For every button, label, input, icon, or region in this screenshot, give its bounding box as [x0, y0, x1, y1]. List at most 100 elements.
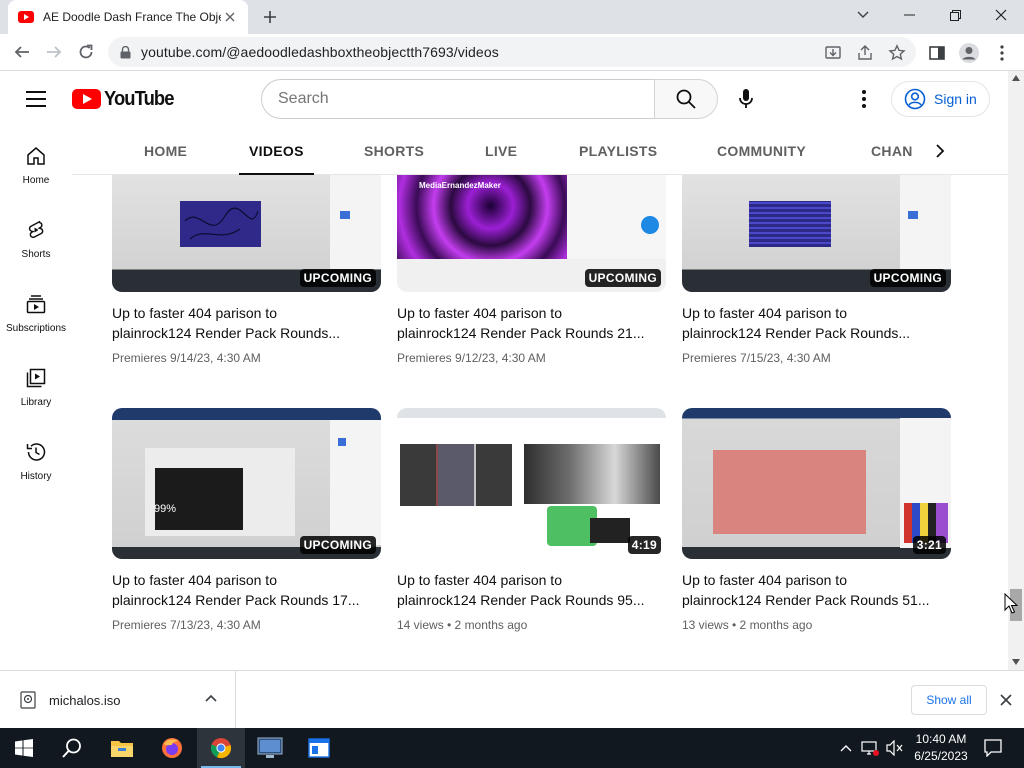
- tab-shorts[interactable]: SHORTS: [364, 127, 424, 175]
- tab-videos[interactable]: VIDEOS: [239, 127, 314, 175]
- video-title[interactable]: Up to faster 404 parison to plainrock124…: [397, 303, 666, 343]
- mouse-cursor-icon: [1004, 593, 1018, 614]
- video-title[interactable]: Up to faster 404 parison to plainrock124…: [397, 570, 666, 610]
- clock-date: 6/25/2023: [914, 749, 968, 763]
- side-panel-icon[interactable]: [926, 42, 948, 64]
- settings-menu-icon[interactable]: [852, 87, 876, 111]
- new-tab-button[interactable]: [258, 6, 282, 28]
- video-title[interactable]: Up to faster 404 parison to plainrock124…: [112, 570, 381, 610]
- search-icon: [62, 738, 81, 758]
- youtube-logo[interactable]: YouTube: [72, 87, 180, 111]
- channel-tabs: HOME VIDEOS SHORTS LIVE PLAYLISTS COMMUN…: [72, 127, 1008, 175]
- video-thumbnail[interactable]: UPCOMING: [682, 175, 951, 292]
- video-title-line: plainrock124 Render Pack Rounds 51...: [682, 592, 930, 608]
- url-text: youtube.com/@aedoodledashboxtheobjectth7…: [141, 44, 499, 60]
- video-thumbnail[interactable]: 99% UPCOMING: [112, 408, 381, 559]
- taskbar-window-app[interactable]: [295, 728, 343, 768]
- taskbar-monitor-app[interactable]: [246, 728, 294, 768]
- guide-menu-icon[interactable]: [26, 91, 46, 107]
- home-icon: [27, 147, 45, 165]
- scroll-up-arrow-icon[interactable]: [1012, 75, 1020, 81]
- video-thumbnail[interactable]: 4:19: [397, 408, 666, 559]
- tab-channels[interactable]: CHAN: [871, 127, 913, 175]
- clock-time: 10:40 AM: [915, 732, 967, 746]
- restore-button[interactable]: [932, 0, 978, 30]
- guide-item-library[interactable]: Library: [0, 349, 72, 423]
- thumb-channel-text: MediaErnandezMaker: [419, 181, 501, 190]
- video-title[interactable]: Up to faster 404 parison to plainrock124…: [112, 303, 381, 343]
- guide-item-shorts[interactable]: Shorts: [0, 201, 72, 275]
- minimize-button[interactable]: [886, 0, 932, 30]
- search-button[interactable]: [654, 79, 718, 119]
- video-title-line: Up to faster 404 parison to: [397, 572, 562, 588]
- search-field[interactable]: [261, 79, 655, 119]
- profile-icon[interactable]: [958, 42, 980, 64]
- guide-label-subscriptions: Subscriptions: [5, 323, 67, 334]
- video-thumbnail[interactable]: MediaErnandezMaker UPCOMING: [397, 175, 666, 292]
- reload-button[interactable]: [72, 38, 100, 66]
- thumb-overlay-text: 99%: [154, 503, 177, 515]
- guide-item-history[interactable]: History: [0, 423, 72, 497]
- close-window-button[interactable]: [978, 0, 1024, 30]
- browser-tab[interactable]: AE Doodle Dash France The Object: [8, 0, 248, 34]
- chevron-up-icon[interactable]: [205, 694, 217, 702]
- taskbar-firefox[interactable]: [148, 728, 196, 768]
- tab-search-icon[interactable]: [840, 0, 886, 30]
- history-icon: [26, 443, 46, 461]
- youtube-play-icon: [72, 89, 101, 109]
- start-button[interactable]: [0, 728, 48, 768]
- guide-label-library: Library: [20, 397, 52, 408]
- tabs-next-chevron-icon[interactable]: [928, 139, 952, 163]
- video-metadata: 13 views • 2 months ago: [682, 618, 813, 632]
- guide-label-history: History: [20, 471, 52, 482]
- close-downloads-icon[interactable]: [998, 692, 1014, 708]
- video-title-line: Up to faster 404 parison to: [112, 305, 277, 321]
- page-scrollbar[interactable]: [1004, 71, 1024, 670]
- youtube-masthead: YouTube Sign in: [0, 71, 1008, 127]
- video-badge: 3:21: [912, 536, 946, 554]
- file-explorer-icon: [111, 741, 133, 757]
- guide-item-subscriptions[interactable]: Subscriptions: [0, 275, 72, 349]
- video-title-line: Up to faster 404 parison to: [682, 305, 847, 321]
- video-title[interactable]: Up to faster 404 parison to plainrock124…: [682, 303, 951, 343]
- tab-close-icon[interactable]: [222, 9, 238, 25]
- lock-icon[interactable]: [120, 45, 131, 59]
- system-clock[interactable]: 10:40 AM 6/25/2023: [905, 731, 977, 765]
- notification-center-icon[interactable]: [978, 728, 1008, 768]
- tab-live[interactable]: LIVE: [485, 127, 517, 175]
- video-badge: UPCOMING: [299, 536, 376, 554]
- taskbar-chrome[interactable]: [197, 728, 245, 768]
- forward-button[interactable]: [40, 38, 68, 66]
- tray-overflow-chevron-icon[interactable]: [834, 728, 858, 768]
- guide-item-home[interactable]: Home: [0, 127, 72, 201]
- tab-community[interactable]: COMMUNITY: [717, 127, 806, 175]
- volume-muted-icon[interactable]: [882, 728, 906, 768]
- video-badge: 4:19: [627, 536, 661, 554]
- browser-menu-icon[interactable]: [991, 42, 1013, 64]
- sign-in-button[interactable]: Sign in: [891, 81, 990, 117]
- video-metadata: Premieres 9/12/23, 4:30 AM: [397, 351, 546, 365]
- show-all-downloads-button[interactable]: Show all: [911, 685, 987, 715]
- voice-search-button[interactable]: [728, 79, 764, 119]
- firefox-icon: [162, 738, 182, 758]
- network-icon[interactable]: [858, 728, 882, 768]
- microphone-icon: [739, 89, 753, 108]
- video-title-line: plainrock124 Render Pack Rounds 21...: [397, 325, 645, 341]
- shorts-icon: [28, 220, 44, 238]
- bookmark-star-icon[interactable]: [888, 44, 906, 62]
- search-input[interactable]: [278, 90, 654, 108]
- tab-home[interactable]: HOME: [144, 127, 187, 175]
- back-button[interactable]: [8, 38, 36, 66]
- install-app-icon[interactable]: [824, 44, 842, 62]
- taskbar-file-explorer[interactable]: [98, 728, 146, 768]
- address-bar[interactable]: youtube.com/@aedoodledashboxtheobjectth7…: [108, 37, 916, 67]
- video-thumbnail[interactable]: UPCOMING: [112, 175, 381, 292]
- video-thumbnail[interactable]: 3:21: [682, 408, 951, 559]
- taskbar-search-button[interactable]: [48, 728, 96, 768]
- download-item[interactable]: michalos.iso: [0, 671, 236, 729]
- tab-playlists[interactable]: PLAYLISTS: [579, 127, 657, 175]
- youtube-favicon-icon: [18, 11, 34, 23]
- share-icon[interactable]: [856, 44, 874, 62]
- scroll-down-arrow-icon[interactable]: [1012, 659, 1020, 665]
- video-title[interactable]: Up to faster 404 parison to plainrock124…: [682, 570, 951, 610]
